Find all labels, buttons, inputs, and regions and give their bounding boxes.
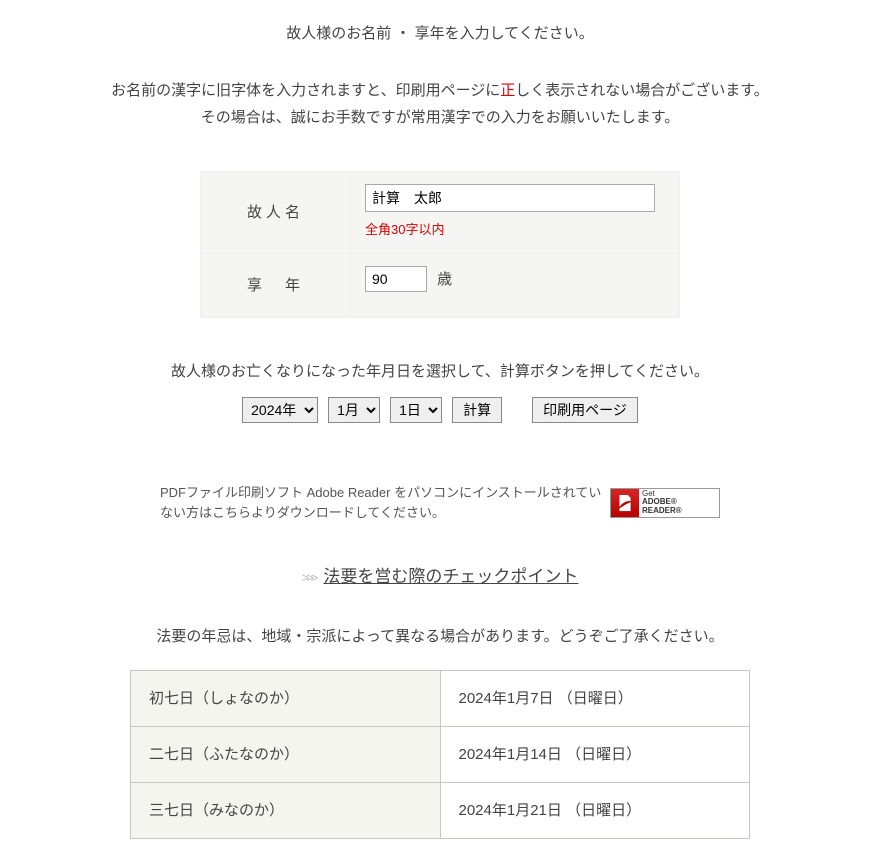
name-row: 故人名 全角30字以内 bbox=[201, 172, 679, 254]
year-select[interactable]: 2024年 bbox=[242, 397, 318, 423]
table-row: 三七日（みなのか）2024年1月21日 （日曜日） bbox=[131, 782, 750, 838]
age-row: 享 年 歳 bbox=[201, 254, 679, 317]
intro-warning: お名前の漢字に旧字体を入力されますと、印刷用ページに正しく表示されない場合がござ… bbox=[0, 77, 880, 131]
age-suffix: 歳 bbox=[437, 271, 452, 288]
intro-warning-pre: お名前の漢字に旧字体を入力されますと、印刷用ページに bbox=[111, 82, 500, 99]
month-select[interactable]: 1月 bbox=[328, 397, 380, 423]
controls-row: 2024年 1月 1日 計算 印刷用ページ bbox=[0, 397, 880, 423]
pdf-row: PDFファイル印刷ソフト Adobe Reader をパソコンにインストールされ… bbox=[160, 483, 720, 522]
adobe-badge-line2: ADOBE® READER® bbox=[642, 498, 716, 516]
table-row: 二七日（ふたなのか）2024年1月14日 （日曜日） bbox=[131, 726, 750, 782]
age-label: 享 年 bbox=[201, 254, 351, 317]
adobe-badge-text: Get ADOBE® READER® bbox=[639, 490, 719, 516]
adobe-reader-badge[interactable]: Get ADOBE® READER® bbox=[610, 488, 720, 518]
disclaimer-text: 法要の年忌は、地域・宗派によって異なる場合があります。どうぞご了承ください。 bbox=[0, 623, 880, 650]
chevron-right-icon: >>> bbox=[302, 566, 316, 589]
print-page-button[interactable]: 印刷用ページ bbox=[532, 397, 638, 423]
intro-warning-line3: その場合は、誠にお手数ですが常用漢字での入力をお願いいたします。 bbox=[201, 109, 680, 126]
table-row: 初七日（しょなのか）2024年1月7日 （日曜日） bbox=[131, 670, 750, 726]
day-select[interactable]: 1日 bbox=[390, 397, 442, 423]
date-heading: 故人様のお亡くなりになった年月日を選択して、計算ボタンを押してください。 bbox=[0, 358, 880, 385]
intro-warning-highlight: 正 bbox=[500, 82, 515, 99]
name-constraint: 全角30字以内 bbox=[365, 218, 665, 241]
name-label: 故人名 bbox=[201, 172, 351, 253]
name-input[interactable] bbox=[365, 184, 655, 212]
checkpoint-row: >>> 法要を営む際のチェックポイント bbox=[0, 562, 880, 593]
intro-warning-post: しく表示されない場合がございます。 bbox=[515, 82, 769, 99]
memorial-name-cell: 初七日（しょなのか） bbox=[131, 670, 441, 726]
checkpoint-link[interactable]: 法要を営む際のチェックポイント bbox=[323, 562, 578, 593]
age-input[interactable] bbox=[365, 266, 427, 292]
input-form: 故人名 全角30字以内 享 年 歳 bbox=[200, 171, 680, 318]
memorial-date-cell: 2024年1月14日 （日曜日） bbox=[440, 726, 750, 782]
memorial-date-cell: 2024年1月21日 （日曜日） bbox=[440, 782, 750, 838]
intro-heading: 故人様のお名前 ・ 享年を入力してください。 bbox=[0, 20, 880, 47]
calculate-button[interactable]: 計算 bbox=[452, 397, 502, 423]
memorial-name-cell: 二七日（ふたなのか） bbox=[131, 726, 441, 782]
memorial-date-cell: 2024年1月7日 （日曜日） bbox=[440, 670, 750, 726]
pdf-icon bbox=[611, 489, 639, 517]
memorial-name-cell: 三七日（みなのか） bbox=[131, 782, 441, 838]
memorial-table: 初七日（しょなのか）2024年1月7日 （日曜日）二七日（ふたなのか）2024年… bbox=[130, 670, 750, 839]
pdf-instruction-text: PDFファイル印刷ソフト Adobe Reader をパソコンにインストールされ… bbox=[160, 483, 602, 522]
